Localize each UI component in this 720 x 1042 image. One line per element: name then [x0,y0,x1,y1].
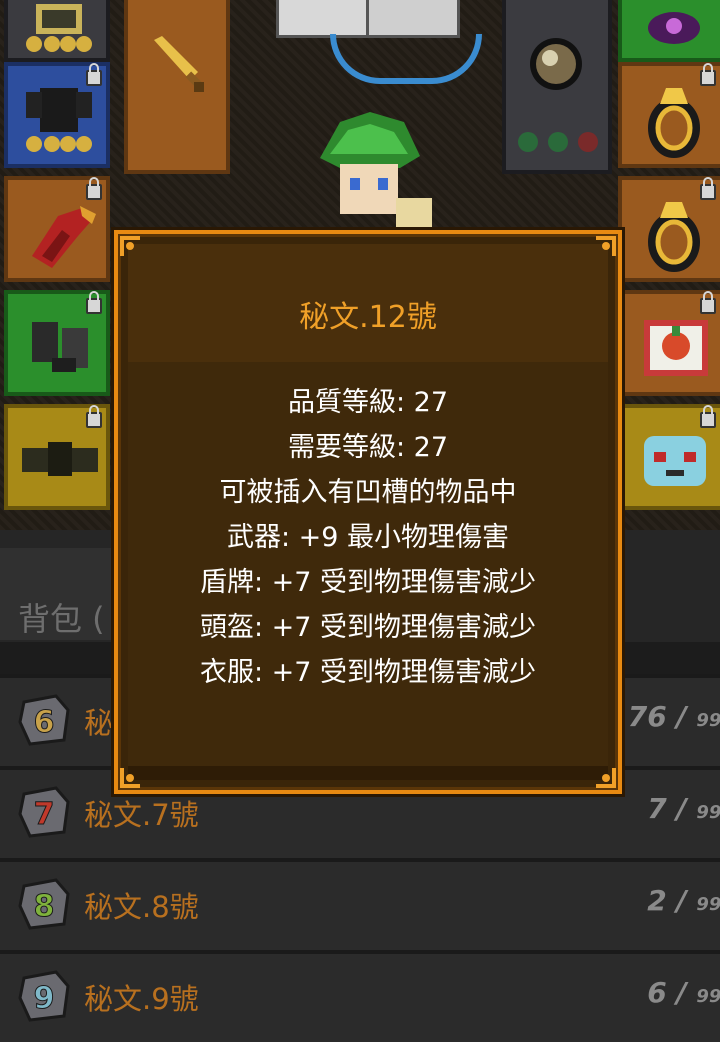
item-count-current: 6 / [647,976,687,1009]
tooltip-line-required-level: 需要等級: 27 [287,432,449,463]
tooltip-stats: 品質等級: 27 需要等級: 27 可被插入有凹槽的物品中 武器: +9 最小物… [118,380,618,695]
ring-icon [648,202,700,272]
boots-icon [32,322,88,372]
inventory-item-count: 76 / 999 [628,700,720,733]
tooltip-line-weapon-bonus: 武器: +9 最小物理傷害 [226,522,510,553]
belt-icon [22,442,98,476]
equip-slot-shield[interactable] [502,0,612,174]
svg-text:8: 8 [34,889,55,924]
item-count-current: 7 / [647,792,687,825]
corner-ornament-icon [118,234,142,258]
equip-slot-armor[interactable] [4,0,110,62]
armor-icon [26,4,92,52]
book-icon [276,0,370,38]
item-count-max: 999 [696,802,720,823]
equip-slot-boots[interactable] [4,290,110,396]
item-count-max: 999 [696,710,720,731]
rune-8-icon: 8 [18,878,70,930]
inventory-item-name: 秘文.8號 [84,890,199,924]
shield-icon [530,38,582,90]
inventory-item-row[interactable]: 9秘文.9號6 / 999 [0,950,720,1042]
pet-icon [644,436,706,486]
ring-icon [648,88,700,158]
equip-slot-chest[interactable] [4,62,110,168]
item-count-current: 2 / [647,884,687,917]
tooltip-line-shield-bonus: 盾牌: +7 受到物理傷害減少 [199,567,537,598]
equip-slot-helmet[interactable] [618,0,720,62]
tooltip-line-socket-info: 可被插入有凹槽的物品中 [219,477,517,508]
tab-backpack-label: 背包 ( [18,600,105,638]
tooltip-line-armor-bonus: 衣服: +7 受到物理傷害減少 [199,657,537,688]
tooltip-bottom-band [128,766,608,780]
equip-slot-weapon[interactable] [124,0,230,174]
rune-7-icon: 7 [18,786,70,838]
corner-ornament-icon [594,234,618,258]
inventory-item-count: 6 / 999 [647,976,720,1009]
corner-ornament-icon [594,766,618,790]
rune-9-icon: 9 [18,970,70,1022]
inventory-item-count: 7 / 999 [647,792,720,825]
tooltip-title: 秘文.12號 [299,300,437,335]
helmet-icon [648,12,700,44]
chest-armor-icon [26,88,92,152]
halo-icon [330,34,482,84]
tooltip-line-helmet-bonus: 頭盔: +7 受到物理傷害減少 [199,612,537,643]
lock-icon [86,405,102,428]
svg-text:9: 9 [34,981,55,1016]
svg-text:7: 7 [34,797,55,832]
inventory-item-name: 秘 [84,706,114,740]
equip-slot-belt[interactable] [4,404,110,510]
equip-slot-accessory[interactable] [618,290,720,396]
equip-slot-gloves[interactable] [4,176,110,282]
inventory-item-row[interactable]: 8 秘文.8號 2 / 999 [0,858,720,950]
sword-icon [154,36,204,92]
rune-6-icon: 6 [18,694,70,746]
corner-ornament-icon [118,766,142,790]
inventory-item-name: 秘文.7號 [84,798,199,832]
inventory-item-count: 2 / 999 [647,884,720,917]
character-sprite [320,112,432,230]
item-tooltip: 秘文.12號 品質等級: 27 需要等級: 27 可被插入有凹槽的物品中 武器:… [114,230,622,794]
equip-slot-ring-1[interactable] [618,62,720,168]
book-icon [366,0,460,38]
glove-icon [32,206,96,268]
equip-slot-ring-2[interactable] [618,176,720,282]
potion-book-icon [644,320,708,376]
item-count-max: 999 [696,894,720,915]
equip-slot-pet[interactable] [618,404,720,510]
item-count-current: 76 / [627,700,687,733]
item-count-max: 999 [696,986,720,1007]
upgrade-arrows-icon [518,132,598,152]
svg-text:6: 6 [34,705,55,740]
tooltip-line-quality-level: 品質等級: 27 [287,387,449,418]
